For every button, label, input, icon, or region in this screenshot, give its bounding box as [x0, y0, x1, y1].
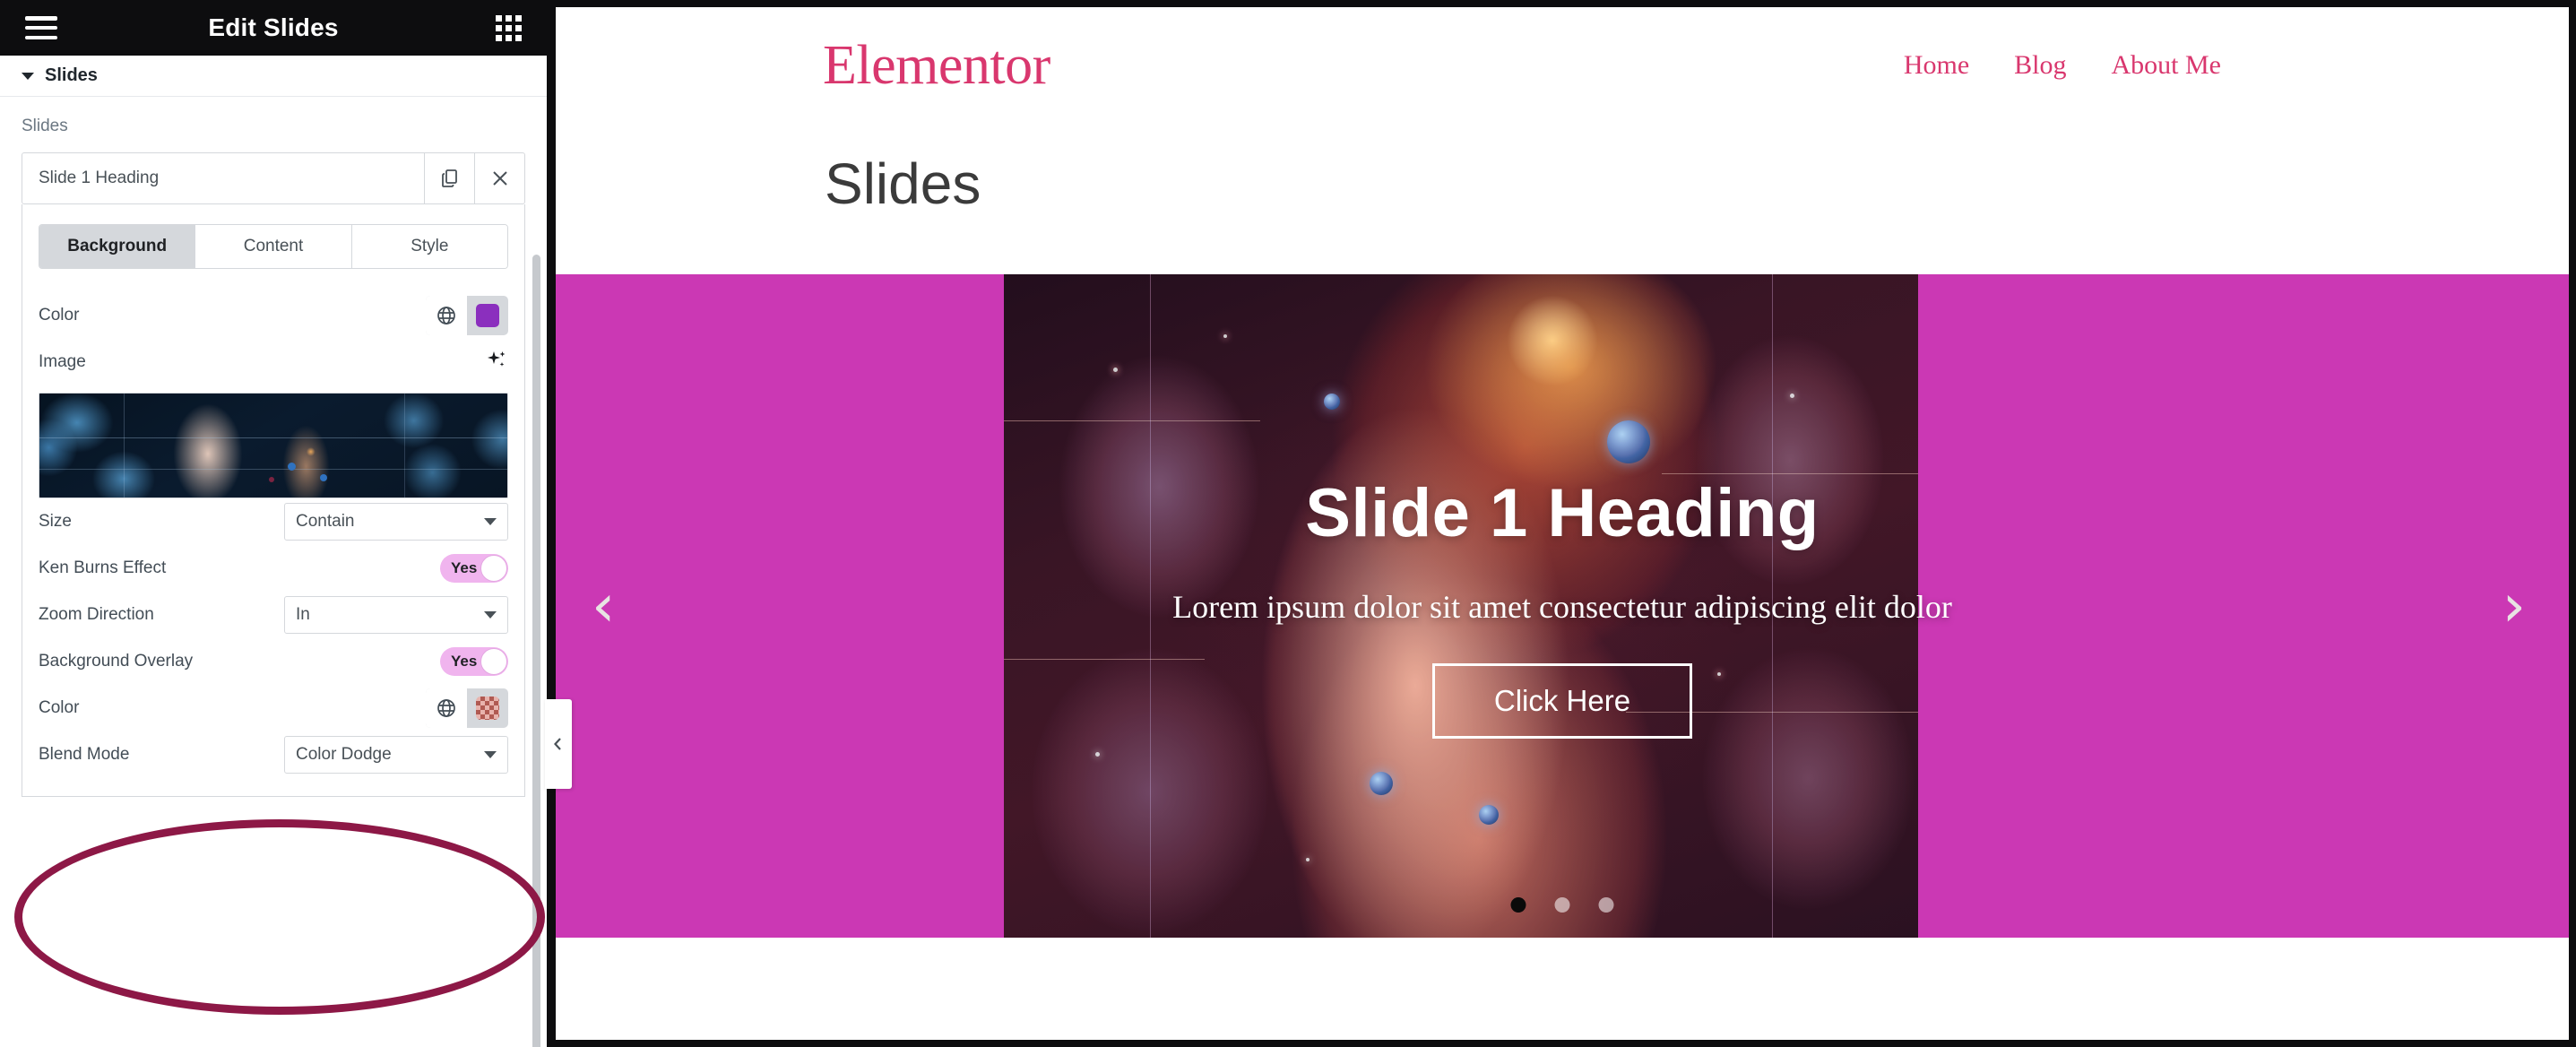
tab-style[interactable]: Style — [351, 225, 507, 268]
panel-scrollbar[interactable] — [532, 255, 540, 1047]
chevron-down-icon — [22, 72, 34, 80]
blend-mode-label: Blend Mode — [39, 745, 130, 764]
control-background-color: Color — [39, 292, 508, 339]
ken-burns-label: Ken Burns Effect — [39, 558, 167, 577]
site-preview: Elementor Home Blog About Me Slides Slid… — [556, 7, 2569, 1040]
site-logo[interactable]: Elementor — [823, 34, 1050, 98]
control-ken-burns: Ken Burns Effect Yes — [39, 545, 508, 592]
tab-background[interactable]: Background — [39, 225, 196, 268]
pagination-dot[interactable] — [1598, 897, 1614, 913]
background-image-thumbnail[interactable] — [39, 393, 508, 498]
overlay-color-swatch[interactable] — [467, 688, 508, 728]
background-color-swatch[interactable] — [467, 296, 508, 335]
control-background-image: Image — [39, 339, 508, 385]
control-background-overlay: Background Overlay Yes — [39, 638, 508, 685]
control-blend-mode: Blend Mode Color Dodge — [39, 731, 508, 778]
panel-title: Edit Slides — [208, 13, 339, 41]
slides-widget: Slide 1 Heading Lorem ipsum dolor sit am… — [556, 274, 2569, 938]
panel-scroll-body: Slides Slide 1 Heading Background Conten… — [0, 97, 547, 1047]
repeater-tabs: Background Content Style — [39, 224, 508, 269]
grid-apps-icon[interactable] — [496, 14, 522, 41]
background-overlay-value: Yes — [451, 653, 478, 670]
color-swatch-fill — [476, 304, 499, 327]
panel-collapse-handle[interactable] — [545, 699, 572, 789]
size-label: Size — [39, 512, 72, 531]
background-color-label: Color — [39, 306, 80, 324]
zoom-direction-select[interactable]: In — [284, 596, 508, 634]
repeater-item-header[interactable]: Slide 1 Heading — [22, 152, 525, 204]
blend-mode-value: Color Dodge — [296, 745, 392, 764]
nav-item-home[interactable]: Home — [1904, 50, 1969, 81]
size-select[interactable]: Contain — [284, 503, 508, 541]
ken-burns-toggle[interactable]: Yes — [440, 554, 508, 583]
nav-item-blog[interactable]: Blog — [2014, 50, 2066, 81]
chevron-down-icon — [484, 611, 497, 619]
background-overlay-label: Background Overlay — [39, 652, 194, 671]
pagination-dot[interactable] — [1510, 897, 1526, 913]
chevron-left-icon[interactable]: ‹ — [592, 576, 615, 636]
chevron-down-icon — [484, 751, 497, 758]
background-color-picker[interactable] — [426, 296, 508, 335]
site-nav: Home Blog About Me — [1904, 50, 2221, 81]
elementor-editor-window: Edit Slides Slides Slides Slide 1 Headin… — [0, 0, 2576, 1047]
close-x-icon[interactable] — [474, 153, 524, 203]
slider-pagination — [1510, 897, 1614, 913]
overlay-color-label: Color — [39, 698, 80, 717]
repeater-item-title: Slide 1 Heading — [39, 169, 160, 187]
editor-panel: Edit Slides Slides Slides Slide 1 Headin… — [0, 0, 547, 1047]
panel-header: Edit Slides — [0, 0, 547, 56]
pagination-dot[interactable] — [1554, 897, 1570, 913]
globe-icon[interactable] — [426, 296, 467, 335]
slide-content: Slide 1 Heading Lorem ipsum dolor sit am… — [556, 274, 2569, 938]
hamburger-icon[interactable] — [25, 16, 57, 39]
background-overlay-toggle[interactable]: Yes — [440, 647, 508, 676]
page-title: Slides — [825, 151, 981, 216]
blend-mode-select[interactable]: Color Dodge — [284, 736, 508, 774]
color-swatch-transparent — [476, 697, 499, 720]
globe-icon[interactable] — [426, 688, 467, 728]
section-header-slides[interactable]: Slides — [0, 56, 547, 97]
sparkle-ai-icon[interactable] — [485, 349, 508, 376]
size-value: Contain — [296, 512, 355, 531]
tab-content[interactable]: Content — [195, 225, 352, 268]
slide-heading: Slide 1 Heading — [1305, 474, 1820, 551]
toggle-knob — [480, 648, 507, 675]
site-header: Elementor Home Blog About Me — [556, 7, 2569, 140]
nav-item-about-me[interactable]: About Me — [2112, 50, 2222, 81]
control-size: Size Contain — [39, 498, 508, 545]
overlay-color-picker[interactable] — [426, 688, 508, 728]
slides-field-caption: Slides — [22, 117, 68, 135]
chevron-down-icon — [484, 518, 497, 525]
slide-cta-button[interactable]: Click Here — [1431, 662, 1693, 739]
duplicate-icon[interactable] — [424, 153, 474, 203]
background-image-label: Image — [39, 352, 86, 371]
repeater-item-content: Background Content Style Color Image Siz… — [22, 204, 525, 797]
zoom-direction-label: Zoom Direction — [39, 605, 154, 624]
control-overlay-color: Color — [39, 685, 508, 731]
chevron-right-icon[interactable]: › — [2503, 576, 2526, 636]
section-title: Slides — [45, 65, 98, 85]
toggle-knob — [480, 555, 507, 582]
zoom-direction-value: In — [296, 605, 310, 624]
control-zoom-direction: Zoom Direction In — [39, 592, 508, 638]
ken-burns-value: Yes — [451, 559, 478, 576]
slide-description: Lorem ipsum dolor sit amet consectetur a… — [1172, 588, 1952, 625]
